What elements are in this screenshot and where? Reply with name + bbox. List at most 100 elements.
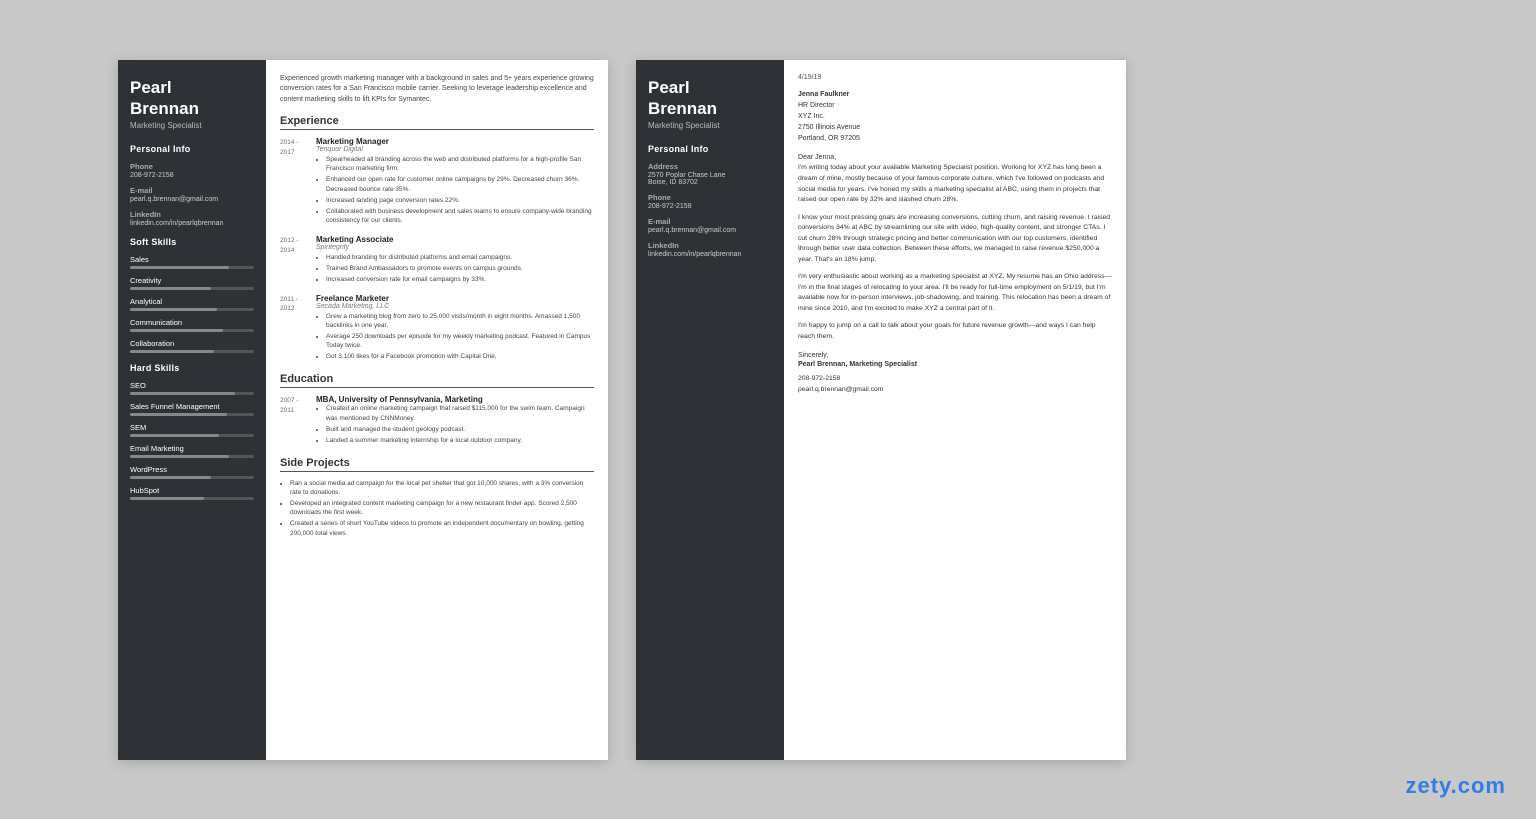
skill-item-sales: Sales [130,255,254,269]
edu-title: MBA, University of Pennsylvania, Marketi… [316,395,594,404]
cover-address: 2570 Poplar Chase LaneBoise, ID 83702 [648,172,772,186]
bullet-item: Average 250 downloads per episode for my… [326,332,594,351]
skill-bar-fill [130,455,229,458]
cover-main-content: 4/19/19 Jenna Faulkner HR Director XYZ I… [784,60,1126,760]
edu-body: MBA, University of Pennsylvania, Marketi… [316,395,594,445]
skill-name: Collaboration [130,339,254,348]
cover-signature: Pearl Brennan, Marketing Specialist [798,361,1112,368]
cover-phone: 208-972-2158 [648,203,772,210]
side-projects-bullets: Ran a social media ad campaign for the l… [280,479,594,539]
exp-dates: 2012 -2014 [280,235,310,256]
cover-body: I'm writing today about your available M… [798,163,1112,342]
zety-branding: zety.com [1405,773,1506,799]
zety-tld: .com [1451,773,1506,798]
hard-skills-list: SEO Sales Funnel Management SEM Email Ma… [130,381,254,500]
cover-closing: Sincerely, [798,352,1112,359]
bullet-item: Spearheaded all branding across the web … [326,155,594,174]
skill-bar-bg [130,497,254,500]
skill-bar-bg [130,434,254,437]
cover-recipient-company: XYZ Inc. [798,113,825,120]
page-wrapper: Pearl Brennan Marketing Specialist Perso… [118,60,1418,760]
skill-bar-fill [130,329,223,332]
cover-address-label: Address [648,162,772,171]
edu-entry-1: 2007 -2011 MBA, University of Pennsylvan… [280,395,594,446]
skill-bar-fill [130,497,204,500]
skill-name: HubSpot [130,486,254,495]
skill-name: Creativity [130,276,254,285]
exp-company: Secada Marketing, LLC [316,303,594,310]
edu-bullets: Created an online marketing campaign tha… [316,404,594,445]
skill-bar-fill [130,266,229,269]
skill-name: Sales [130,255,254,264]
cover-letter-document: Pearl Brennan Marketing Specialist Perso… [636,60,1126,760]
skill-item-collaboration: Collaboration [130,339,254,353]
skill-bar-bg [130,455,254,458]
exp-title: Marketing Associate [316,235,594,244]
resume-name-first: Pearl [130,78,254,98]
skill-name: WordPress [130,465,254,474]
exp-company: Spiritegrify [316,244,594,251]
resume-main-content: Experienced growth marketing manager wit… [266,60,608,760]
experience-section-header: Experience [280,115,594,130]
cover-linkedin: linkedin.com/in/pearlqbrennan [648,251,772,258]
cover-recipient: Jenna Faulkner HR Director XYZ Inc. 2750… [798,89,1112,145]
resume-email: pearl.q.brennan@gmail.com [130,196,254,203]
skill-name: Email Marketing [130,444,254,453]
bullet-item: Created a series of short YouTube videos… [290,519,594,538]
cover-paragraph-1: I'm writing today about your available M… [798,163,1112,205]
cover-linkedin-label: LinkedIn [648,241,772,250]
bullet-item: Created an online marketing campaign tha… [326,404,594,423]
skill-name: SEM [130,423,254,432]
skill-item-email-marketing: Email Marketing [130,444,254,458]
skill-bar-bg [130,413,254,416]
bullet-item: Increased landing page conversion rates … [326,196,594,205]
skill-item-hubspot: HubSpot [130,486,254,500]
resume-summary: Experienced growth marketing manager wit… [280,74,594,106]
skill-item-analytical: Analytical [130,297,254,311]
side-projects-list: Ran a social media ad campaign for the l… [280,479,594,539]
skill-name: Communication [130,318,254,327]
exp-bullets: Spearheaded all branding across the web … [316,155,594,225]
exp-body: Marketing Associate Spiritegrify Handled… [316,235,594,284]
skill-name: SEO [130,381,254,390]
exp-title: Marketing Manager [316,137,594,146]
bullet-item: Built and managed the student geology po… [326,425,594,434]
cover-name-first: Pearl [648,78,772,98]
skill-bar-bg [130,287,254,290]
edu-dates: 2007 -2011 [280,395,310,416]
cover-recipient-address: 2750 Illinois Avenue [798,124,860,131]
bullet-item: Trained Brand Ambassadors to promote eve… [326,264,594,273]
skill-bar-fill [130,392,235,395]
cover-recipient-name: Jenna Faulkner [798,91,849,98]
skill-item-sem: SEM [130,423,254,437]
exp-dates: 2014 -2017 [280,137,310,158]
resume-soft-skills-label: Soft Skills [130,237,254,247]
side-projects-section-header: Side Projects [280,457,594,472]
cover-job-title: Marketing Specialist [648,121,772,130]
bullet-item: Developed an integrated content marketin… [290,499,594,518]
resume-phone: 208-972-2158 [130,172,254,179]
skill-bar-fill [130,350,214,353]
cover-personal-info-label: Personal Info [648,144,772,154]
exp-entry-2: 2012 -2014 Marketing Associate Spiritegr… [280,235,594,286]
skill-bar-bg [130,350,254,353]
cover-salutation: Dear Jenna, [798,154,1112,161]
skill-bar-fill [130,287,211,290]
resume-personal-info-label: Personal Info [130,144,254,154]
skill-bar-bg [130,308,254,311]
bullet-item: Ran a social media ad campaign for the l… [290,479,594,498]
bullet-item: Landed a summer marketing internship for… [326,436,594,445]
cover-paragraph-2: I know your most pressing goals are incr… [798,213,1112,266]
bullet-item: Handled branding for distributed platfor… [326,253,594,262]
skill-bar-bg [130,476,254,479]
resume-name-last: Brennan [130,99,254,119]
resume-linkedin-label: LinkedIn [130,210,254,219]
cover-name-last: Brennan [648,99,772,119]
skill-bar-fill [130,434,219,437]
cover-contact-phone: 208-972-2158 [798,374,1112,385]
cover-date: 4/19/19 [798,74,1112,81]
skill-item-communication: Communication [130,318,254,332]
cover-email-label: E-mail [648,217,772,226]
skill-bar-fill [130,413,227,416]
soft-skills-list: Sales Creativity Analytical Communicatio… [130,255,254,353]
